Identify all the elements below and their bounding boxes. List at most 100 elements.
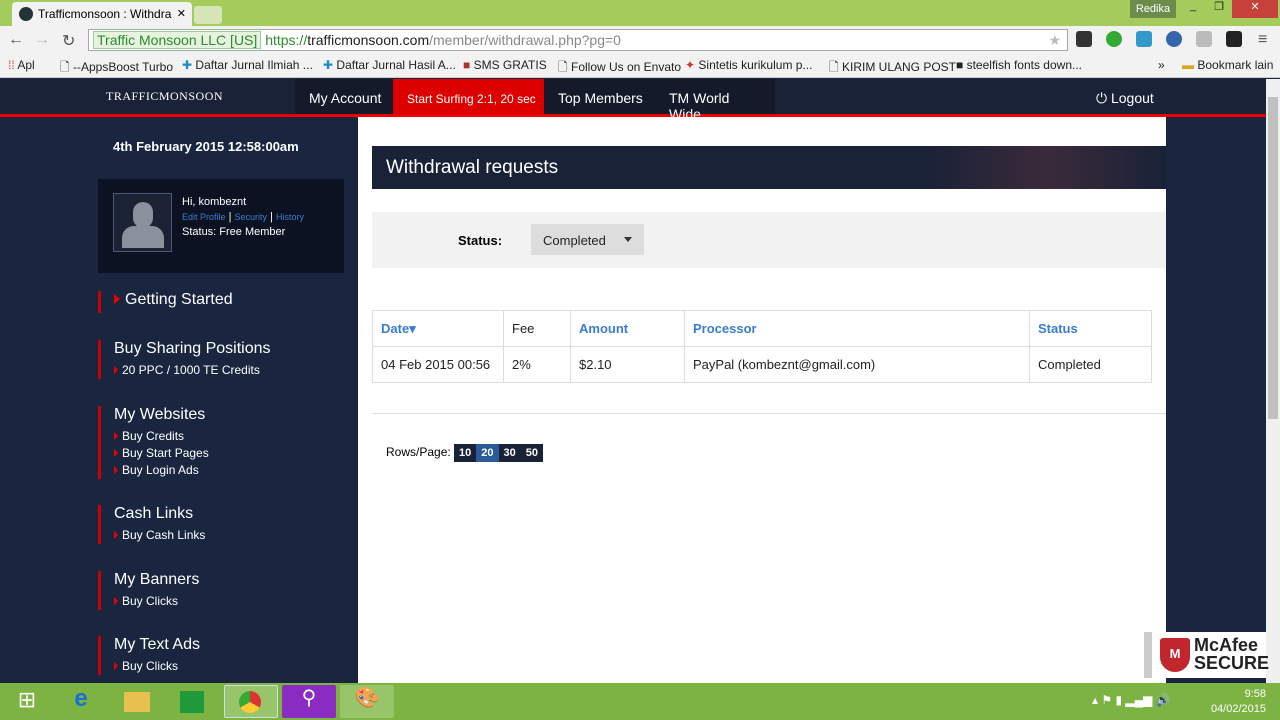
file-explorer-icon[interactable] bbox=[110, 685, 164, 718]
clock[interactable]: 9:58 04/02/2015 bbox=[1200, 687, 1266, 717]
extension-icon[interactable] bbox=[1136, 31, 1152, 47]
cell-fee: 2% bbox=[503, 346, 571, 383]
scrollbar[interactable] bbox=[1266, 79, 1280, 683]
table-header: Date▾ Fee Amount Processor Status bbox=[372, 310, 1152, 347]
column-processor[interactable]: Processor bbox=[684, 310, 1030, 347]
chrome-icon[interactable] bbox=[224, 685, 278, 718]
scrollbar-thumb[interactable] bbox=[1268, 97, 1278, 419]
maximize-icon[interactable]: ❐ bbox=[1206, 0, 1232, 18]
sidebar-link[interactable]: Buy Clicks bbox=[114, 658, 358, 675]
current-date: 4th February 2015 12:58:00am bbox=[113, 139, 299, 154]
paint-icon[interactable]: 🎨 bbox=[340, 685, 394, 718]
section-title[interactable]: Getting Started bbox=[114, 291, 358, 309]
sidebar-link[interactable]: Buy Login Ads bbox=[114, 462, 358, 479]
section-title[interactable]: My Websites bbox=[114, 406, 358, 424]
cell-date: 04 Feb 2015 00:56 bbox=[372, 346, 504, 383]
back-icon[interactable]: ← bbox=[8, 31, 24, 49]
profile-name[interactable]: Redika bbox=[1130, 0, 1176, 18]
url-path: /member/withdrawal.php?pg=0 bbox=[429, 32, 621, 48]
extension-icon[interactable] bbox=[1226, 31, 1242, 47]
rows-label: Rows/Page: bbox=[386, 445, 451, 459]
sidebar-section: Buy Sharing Positions 20 PPC / 1000 TE Cr… bbox=[98, 340, 358, 379]
logout-link[interactable]: ⏻ Logout bbox=[1096, 90, 1154, 107]
nav-start-surfing[interactable]: Start Surfing 2:1, 20 sec bbox=[393, 79, 550, 114]
member-status: Status: Free Member bbox=[182, 226, 286, 238]
search-app-icon[interactable]: ⚲ bbox=[282, 685, 336, 718]
extension-icon[interactable] bbox=[1166, 31, 1182, 47]
bookmark[interactable]: ■ SMS GRATIS bbox=[463, 58, 547, 72]
taskbar: ⊞ e ⚲ 🎨 ▴ ⚑ ▮ ▂▄▆ 🔊 9:58 04/02/2015 bbox=[0, 683, 1280, 720]
page-size-50[interactable]: 50 bbox=[520, 444, 544, 462]
avatar bbox=[113, 193, 172, 252]
sidebar-link[interactable]: 20 PPC / 1000 TE Credits bbox=[114, 362, 358, 379]
reload-icon[interactable]: ↻ bbox=[62, 31, 75, 51]
column-fee: Fee bbox=[503, 310, 571, 347]
minimize-icon[interactable]: _ bbox=[1180, 0, 1206, 18]
sidebar-section: My Websites Buy Credits Buy Start Pages Buy… bbox=[98, 406, 358, 479]
cell-processor: PayPal (kombeznt@gmail.com) bbox=[684, 346, 1030, 383]
close-window-icon[interactable]: ✕ bbox=[1232, 0, 1278, 18]
extension-icon[interactable] bbox=[1076, 31, 1092, 47]
power-icon: ⏻ bbox=[1096, 90, 1108, 106]
url-host: trafficmonsoon.com bbox=[307, 32, 430, 48]
extension-icon[interactable] bbox=[1196, 31, 1212, 47]
page-size-10[interactable]: 10 bbox=[454, 444, 477, 462]
sidebar-section: My Text Ads Buy Clicks bbox=[98, 636, 358, 675]
browser-toolbar: ← → ↻ Traffic Monsoon LLC [US] https://t… bbox=[0, 26, 1280, 54]
mcafee-secure-badge[interactable]: M McAfee SECURE bbox=[1144, 632, 1269, 678]
section-title[interactable]: My Text Ads bbox=[114, 636, 358, 654]
sidebar-link[interactable]: Buy Credits bbox=[114, 428, 358, 445]
ie-icon[interactable]: e bbox=[54, 685, 108, 718]
bookmark[interactable]: ✚ Daftar Jurnal Hasil A... bbox=[323, 58, 456, 72]
browser-tab[interactable]: Trafficmonsoon : Withdra ✕ bbox=[12, 2, 192, 26]
nav-top-members[interactable]: Top Members bbox=[544, 79, 657, 114]
bookmark[interactable]: ✚ Daftar Jurnal Ilmiah ... bbox=[182, 58, 313, 72]
tray-icons[interactable]: ▴ ⚑ ▮ ▂▄▆ 🔊 bbox=[1092, 693, 1171, 707]
bookmark[interactable]: ■ steelfish fonts down... bbox=[956, 58, 1082, 72]
bookmark[interactable]: ✦ Sintetis kurikulum p... bbox=[685, 58, 812, 72]
bookmark[interactable]: 🗋 KIRIM ULANG POST bbox=[829, 58, 956, 79]
column-status[interactable]: Status bbox=[1029, 310, 1152, 347]
bookmarks-bar: ⁞⁞ Apl 🗋 --AppsBoost Turbo ✚ Daftar Jurn… bbox=[0, 54, 1280, 78]
withdrawals-table: Date▾ Fee Amount Processor Status 04 Feb… bbox=[372, 310, 1152, 383]
bookmark[interactable]: 🗋 --AppsBoost Turbo bbox=[60, 58, 173, 79]
title-bar: Trafficmonsoon : Withdra ✕ Redika _ ❐ ✕ bbox=[0, 0, 1280, 26]
section-title[interactable]: My Banners bbox=[114, 571, 358, 589]
start-windows-icon[interactable]: ⊞ bbox=[0, 685, 54, 718]
sidebar-link[interactable]: Buy Cash Links bbox=[114, 527, 358, 544]
sidebar-link[interactable]: Buy Clicks bbox=[114, 593, 358, 610]
column-amount[interactable]: Amount bbox=[570, 310, 685, 347]
new-tab-button[interactable] bbox=[194, 6, 222, 24]
status-select[interactable]: Completed bbox=[531, 224, 644, 255]
bookmarks-overflow[interactable]: » bbox=[1158, 58, 1165, 72]
greeting: Hi, kombeznt bbox=[182, 196, 247, 208]
nav-my-account[interactable]: My Account bbox=[295, 79, 396, 114]
close-tab-icon[interactable]: ✕ bbox=[177, 7, 186, 20]
star-icon[interactable]: ★ bbox=[1048, 32, 1061, 49]
favicon-icon bbox=[19, 7, 33, 21]
section-title[interactable]: Buy Sharing Positions bbox=[114, 340, 358, 358]
sort-desc-icon: ▾ bbox=[409, 320, 416, 336]
apps-icon: ⁞⁞ bbox=[8, 58, 18, 72]
bookmark[interactable]: ⁞⁞ Apl bbox=[8, 58, 35, 72]
table-row: 04 Feb 2015 00:56 2% $2.10 PayPal (kombe… bbox=[372, 346, 1152, 383]
bookmark[interactable]: 🗋 Follow Us on Envato bbox=[558, 58, 681, 79]
bookmark-folder[interactable]: ▬ Bookmark lain bbox=[1182, 58, 1273, 72]
section-title[interactable]: Cash Links bbox=[114, 505, 358, 523]
store-icon[interactable] bbox=[166, 685, 220, 718]
address-bar[interactable]: Traffic Monsoon LLC [US] https://traffic… bbox=[88, 29, 1068, 51]
page-size-30[interactable]: 30 bbox=[498, 444, 521, 462]
site-logo[interactable]: TRAFFICMONSOON bbox=[106, 89, 223, 104]
sidebar-section[interactable]: Getting Started bbox=[98, 291, 358, 313]
sidebar-link[interactable]: Buy Start Pages bbox=[114, 445, 358, 462]
nav-tm-world-wide[interactable]: TM World Wide bbox=[655, 79, 775, 122]
menu-icon[interactable]: ≡ bbox=[1258, 31, 1267, 49]
page-size-20[interactable]: 20 bbox=[476, 444, 499, 462]
security-link[interactable]: Security bbox=[235, 212, 268, 222]
column-date[interactable]: Date▾ bbox=[372, 310, 504, 347]
edit-profile-link[interactable]: Edit Profile bbox=[182, 212, 226, 222]
forward-icon[interactable]: → bbox=[34, 31, 50, 49]
history-link[interactable]: History bbox=[276, 212, 304, 222]
extension-icon[interactable] bbox=[1106, 31, 1122, 47]
profile-box: Hi, kombeznt Edit Profile | Security | H… bbox=[98, 179, 344, 273]
